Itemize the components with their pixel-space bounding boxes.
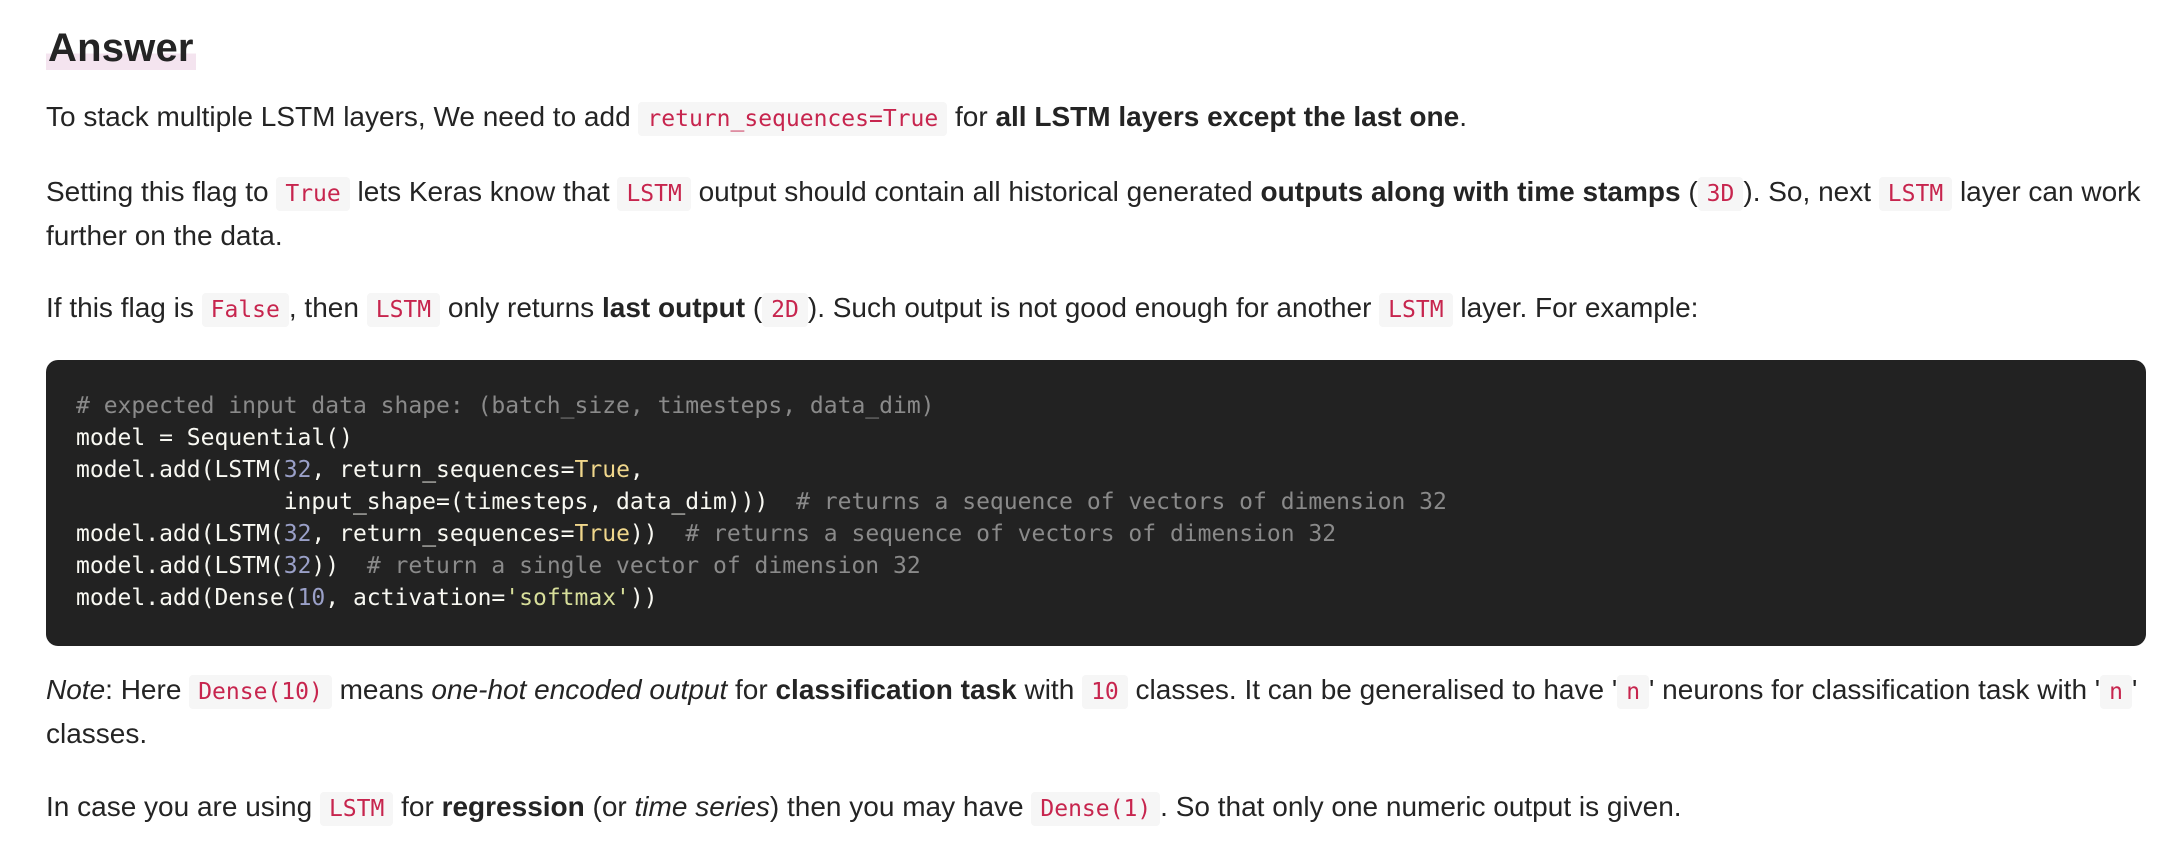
code-text[interactable]: # expected input data shape: (batch_size… [76,390,1447,614]
paragraph-flag-false: If this flag is False, then LSTM only re… [46,287,2146,331]
code-block[interactable]: # expected input data shape: (batch_size… [46,360,2146,646]
code-comment: # returns a sequence of vectors of dimen… [685,521,1337,547]
paragraph-regression: In case you are using LSTM for regressio… [46,786,2146,830]
code-comment: # returns a sequence of vectors of dimen… [796,489,1447,515]
inline-code: 2D [762,293,808,327]
paragraph-flag-true: Setting this flag to True lets Keras kno… [46,176,2141,251]
paragraph-stacking-intro: To stack multiple LSTM layers, We need t… [46,96,2146,140]
inline-code: return_sequences=True [638,102,948,136]
inline-code: True [276,177,350,211]
answer-heading: Answer [46,26,196,70]
inline-code: Dense(10) [189,675,332,709]
inline-code: Dense(1) [1031,792,1161,826]
inline-code: n [1617,675,1650,709]
inline-code: LSTM [1379,293,1453,327]
inline-code: 10 [1082,675,1128,709]
code-comment: # return a single vector of dimension 32 [366,553,921,579]
inline-code: LSTM [1878,177,1953,211]
inline-code: LSTM [319,792,394,826]
code-comment: # expected input data shape: (batch_size… [76,393,935,419]
inline-code: False [201,293,289,327]
inline-code: 3D [1697,177,1744,211]
inline-code: n [2100,675,2133,709]
paragraph-note: Note: Here Dense(10) means one-hot encod… [46,674,2138,749]
inline-code: LSTM [617,177,691,211]
inline-code: LSTM [366,293,441,327]
